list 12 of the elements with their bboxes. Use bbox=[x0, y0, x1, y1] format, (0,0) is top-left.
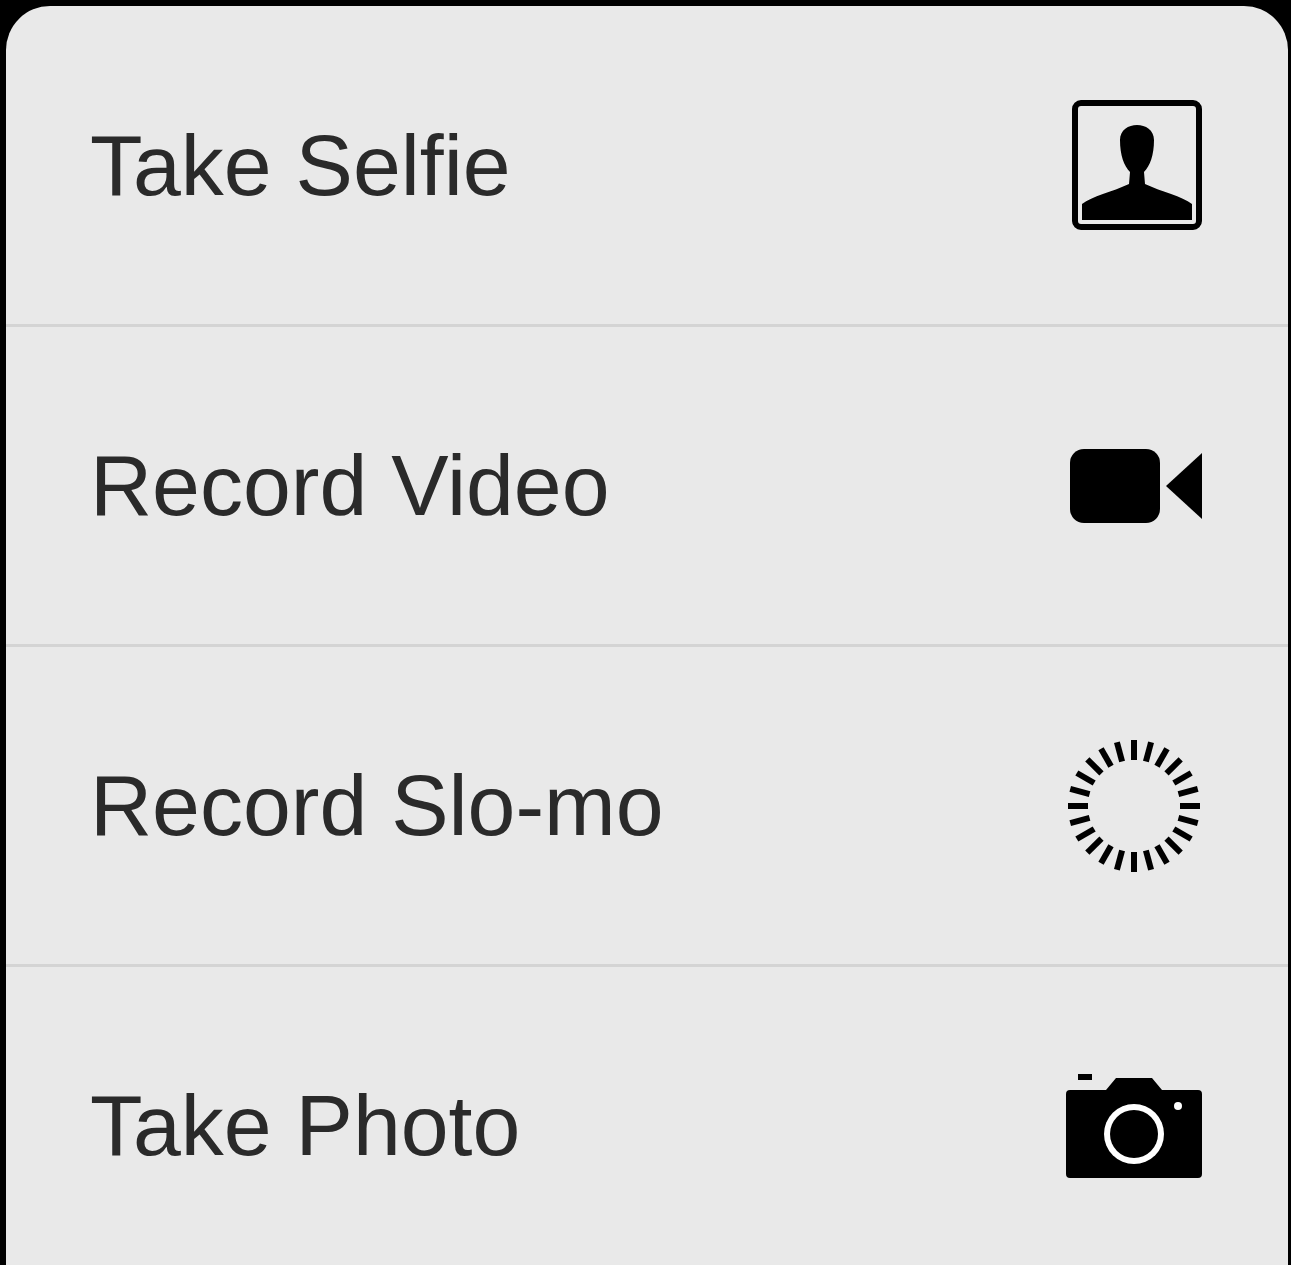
video-camera-icon bbox=[1070, 448, 1202, 523]
menu-item-label: Take Photo bbox=[90, 1076, 521, 1175]
menu-item[interactable]: Take Photo bbox=[6, 964, 1288, 1265]
menu-item[interactable]: Record Slo-mo bbox=[6, 644, 1288, 964]
menu-item-label: Record Video bbox=[90, 436, 610, 535]
menu-item-label: Take Selfie bbox=[90, 115, 511, 215]
menu-item[interactable]: Take Selfie bbox=[6, 6, 1288, 324]
dashed-circle-icon bbox=[1066, 737, 1202, 874]
person-frame-icon bbox=[1072, 100, 1202, 230]
camera-icon bbox=[1066, 1073, 1202, 1178]
menu-item-label: Record Slo-mo bbox=[90, 756, 664, 855]
menu-item[interactable]: Record Video bbox=[6, 324, 1288, 644]
